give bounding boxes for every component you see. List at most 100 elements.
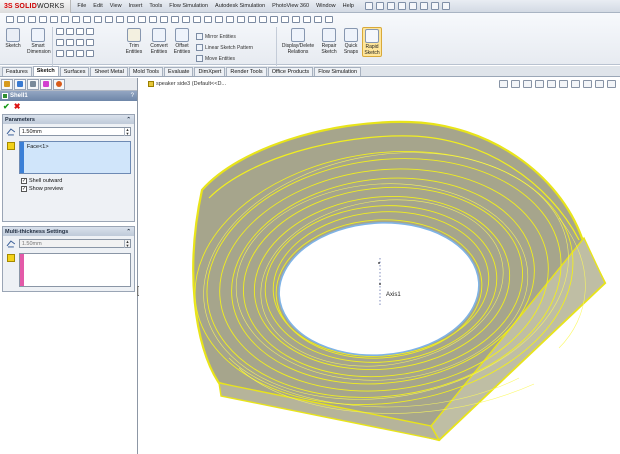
tab-evaluate[interactable]: Evaluate xyxy=(164,67,194,76)
open-icon[interactable] xyxy=(375,2,384,10)
sketch-fix-icon[interactable] xyxy=(281,16,289,23)
pan-icon[interactable] xyxy=(182,16,190,23)
point-icon[interactable] xyxy=(94,16,102,23)
layer-icon[interactable] xyxy=(303,16,311,23)
collapse-icon[interactable]: ⌃ xyxy=(126,229,131,235)
rectangle-icon[interactable] xyxy=(17,16,25,23)
tab-render-tools[interactable]: Render Tools xyxy=(226,67,267,76)
multi-thickness-spinner[interactable]: ▲ ▼ xyxy=(124,239,130,248)
display-style-icon[interactable] xyxy=(193,16,201,23)
rectangle-tool-icon[interactable] xyxy=(56,39,64,46)
point-tool-icon[interactable] xyxy=(86,39,94,46)
ellipse-tool-icon[interactable] xyxy=(66,50,74,57)
menu-help[interactable]: Help xyxy=(343,3,354,9)
faces-to-remove-list[interactable]: Face<1> xyxy=(18,141,131,174)
arc-tool-icon[interactable] xyxy=(76,28,84,35)
cancel-button[interactable]: ✖ xyxy=(14,102,21,111)
quick-snaps-button[interactable]: Quick Snaps xyxy=(342,28,360,55)
mirror-entities-button[interactable]: Mirror Entities xyxy=(196,33,236,40)
fillet-tool-icon[interactable] xyxy=(56,50,64,57)
menu-window[interactable]: Window xyxy=(316,3,336,9)
ellipse-icon[interactable] xyxy=(72,16,80,23)
multi-thickness-input[interactable]: 1.50mm ▲ ▼ xyxy=(18,239,131,248)
graphics-area[interactable]: speaker side3 (Default<<D... Axis1 xyxy=(139,78,620,454)
thickness-input[interactable]: 1.50mm ▲ ▼ xyxy=(18,127,131,136)
undo-icon[interactable] xyxy=(408,2,417,10)
rapid-sketch-button[interactable]: Rapid Sketch xyxy=(362,27,382,57)
menu-autodesk-simulation[interactable]: Autodesk Simulation xyxy=(215,3,265,9)
configuration-manager-tab[interactable] xyxy=(27,78,39,90)
sketch-button[interactable]: Sketch xyxy=(3,28,23,50)
feature-manager-tab[interactable] xyxy=(1,78,13,90)
save-icon[interactable] xyxy=(386,2,395,10)
section-view-icon[interactable] xyxy=(237,16,245,23)
menu-edit[interactable]: Edit xyxy=(93,3,102,9)
dimxpert-manager-tab[interactable] xyxy=(40,78,52,90)
thickness-spinner[interactable]: ▲ ▼ xyxy=(124,127,130,136)
menu-tools[interactable]: Tools xyxy=(149,3,162,9)
move-entities-button[interactable]: Move Entities xyxy=(196,55,235,62)
spline-icon[interactable] xyxy=(50,16,58,23)
menu-file[interactable]: File xyxy=(77,3,86,9)
show-preview-check[interactable]: ✓ xyxy=(21,186,27,192)
axis-label[interactable]: Axis1 xyxy=(386,292,401,298)
ok-button[interactable]: ✔ xyxy=(3,102,10,111)
text-icon[interactable] xyxy=(116,16,124,23)
display-manager-tab[interactable] xyxy=(53,78,65,90)
tab-surfaces[interactable]: Surfaces xyxy=(59,67,90,76)
collapse-icon[interactable]: ⌃ xyxy=(126,117,131,123)
rebuild-icon[interactable] xyxy=(430,2,439,10)
view-orientation-icon[interactable] xyxy=(138,16,146,23)
property-manager-tab[interactable] xyxy=(14,78,26,90)
shell-outward-checkbox[interactable]: ✓ Shell outward xyxy=(21,178,134,184)
mass-properties-icon[interactable] xyxy=(259,16,267,23)
multi-thickness-faces-list[interactable] xyxy=(18,253,131,287)
slot-tool-icon[interactable] xyxy=(66,39,74,46)
smart-dimension-button[interactable]: Smart Dimension xyxy=(27,28,51,55)
centerline-icon[interactable] xyxy=(105,16,113,23)
linear-sketch-pattern-button[interactable]: Linear Sketch Pattern xyxy=(196,44,253,51)
tab-office-products[interactable]: Office Products xyxy=(267,67,314,76)
menu-insert[interactable]: Insert xyxy=(129,3,143,9)
customize-icon[interactable] xyxy=(325,16,333,23)
tab-sheet-metal[interactable]: Sheet Metal xyxy=(90,67,128,76)
display-delete-relations-button[interactable]: Display/Delete Relations xyxy=(280,28,316,55)
arc-icon[interactable] xyxy=(39,16,47,23)
select-icon[interactable] xyxy=(419,2,428,10)
plane-icon[interactable] xyxy=(127,16,135,23)
shell-outward-check[interactable]: ✓ xyxy=(21,178,27,184)
line-icon[interactable] xyxy=(6,16,14,23)
macro-icon[interactable] xyxy=(314,16,322,23)
zoom-area-icon[interactable] xyxy=(160,16,168,23)
rotate-icon[interactable] xyxy=(171,16,179,23)
hide-show-icon[interactable] xyxy=(204,16,212,23)
line-tool-icon[interactable] xyxy=(56,28,64,35)
face-list-item[interactable]: Face<1> xyxy=(20,142,130,150)
appearance-icon[interactable] xyxy=(215,16,223,23)
new-document-icon[interactable] xyxy=(364,2,373,10)
relations-icon[interactable] xyxy=(270,16,278,23)
help-button[interactable]: ? xyxy=(131,93,134,99)
tab-flow-simulation[interactable]: Flow Simulation xyxy=(314,67,362,76)
grid-icon[interactable] xyxy=(292,16,300,23)
menu-photoview[interactable]: PhotoView 360 xyxy=(272,3,309,9)
convert-entities-button[interactable]: Convert Entities xyxy=(147,28,171,55)
fillet-icon[interactable] xyxy=(83,16,91,23)
spline-tool-icon[interactable] xyxy=(86,28,94,35)
polygon-icon[interactable] xyxy=(61,16,69,23)
options-icon[interactable] xyxy=(441,2,450,10)
plane-tool-icon[interactable] xyxy=(86,50,94,57)
tab-mold-tools[interactable]: Mold Tools xyxy=(128,67,164,76)
polygon-tool-icon[interactable] xyxy=(76,39,84,46)
scene-icon[interactable] xyxy=(226,16,234,23)
solidworks-logo[interactable]: 3S SOLIDWORKS xyxy=(0,0,72,13)
tab-sketch[interactable]: Sketch xyxy=(32,66,59,76)
text-tool-icon[interactable] xyxy=(76,50,84,57)
trim-entities-button[interactable]: Trim Entities xyxy=(122,28,146,55)
circle-icon[interactable] xyxy=(28,16,36,23)
repair-sketch-button[interactable]: Repair Sketch xyxy=(318,28,340,55)
zoom-fit-icon[interactable] xyxy=(149,16,157,23)
show-preview-checkbox[interactable]: ✓ Show preview xyxy=(21,186,134,192)
menu-flow-simulation[interactable]: Flow Simulation xyxy=(169,3,208,9)
tab-dimxpert[interactable]: DimXpert xyxy=(194,67,226,76)
